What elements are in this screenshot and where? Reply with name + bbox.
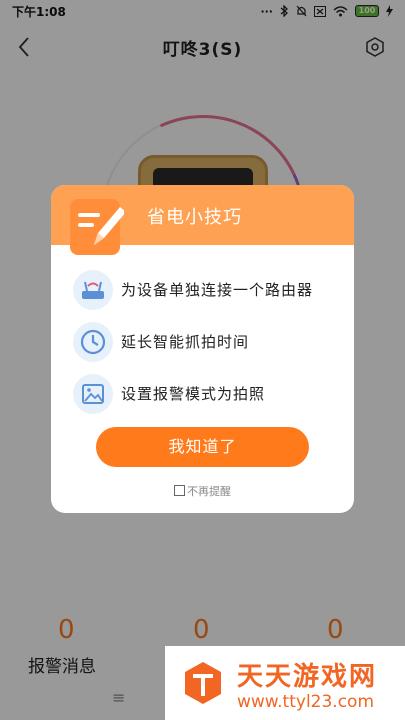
power-tips-dialog: 省电小技巧 为设备单独连接一个路由器 延长智能抓拍时间 设置报警模式为拍照 我知… xyxy=(51,185,354,513)
tip-item-capture-time: 延长智能抓拍时间 xyxy=(73,322,343,362)
tip-item-router: 为设备单独连接一个路由器 xyxy=(73,270,343,310)
tip-text-router: 为设备单独连接一个路由器 xyxy=(121,281,314,299)
confirm-button[interactable]: 我知道了 xyxy=(96,427,309,467)
dont-remind-label: 不再提醒 xyxy=(187,485,231,498)
note-pencil-icon xyxy=(70,199,124,255)
dont-remind-option[interactable]: 不再提醒 xyxy=(51,483,354,499)
router-icon xyxy=(73,270,113,310)
watermark-logo-icon xyxy=(185,662,221,704)
tip-text-capture-time: 延长智能抓拍时间 xyxy=(121,333,250,351)
image-icon xyxy=(73,374,113,414)
clock-icon xyxy=(73,322,113,362)
dialog-title: 省电小技巧 xyxy=(147,207,242,228)
site-watermark: 天天游戏网 www.ttyl23.com xyxy=(165,646,405,720)
watermark-title: 天天游戏网 xyxy=(237,662,378,692)
tip-text-alarm-mode: 设置报警模式为拍照 xyxy=(121,385,266,403)
watermark-url: www.ttyl23.com xyxy=(237,692,375,712)
dont-remind-checkbox[interactable] xyxy=(174,485,185,496)
tip-item-alarm-mode: 设置报警模式为拍照 xyxy=(73,374,343,414)
